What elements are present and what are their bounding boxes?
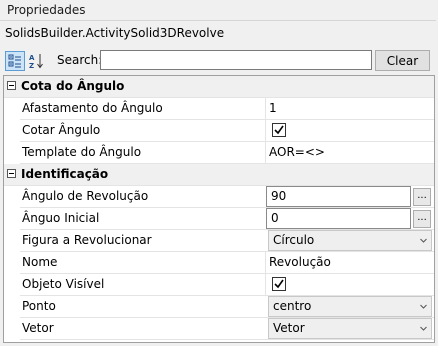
svg-text:A: A xyxy=(29,54,35,62)
property-name: Ponto xyxy=(20,296,265,317)
group-divider xyxy=(0,20,436,21)
property-row-template-do-angulo[interactable]: Template do Ângulo AOR=<> xyxy=(4,142,434,164)
property-value[interactable]: Revolução xyxy=(269,252,432,273)
property-row-vetor[interactable]: Vetor Vetor xyxy=(4,318,434,340)
property-row-angulo-de-revolucao[interactable]: Ângulo de Revolução 90 ... xyxy=(4,186,434,208)
category-identificacao[interactable]: Identificação xyxy=(4,164,434,186)
property-name: Figura a Revolucionar xyxy=(20,230,265,251)
property-row-cotar-angulo[interactable]: Cotar Ângulo xyxy=(4,120,434,142)
property-name: Template do Ângulo xyxy=(20,142,265,163)
selected-object-name: SolidsBuilder.ActivitySolid3DRevolve xyxy=(5,26,225,40)
dropdown-value: Vetor xyxy=(273,321,305,335)
checkbox[interactable] xyxy=(272,123,286,137)
category-cota-do-angulo[interactable]: Cota do Ângulo xyxy=(4,76,434,98)
property-toolbar: A Z Search: Clear xyxy=(3,49,436,73)
collapse-icon[interactable] xyxy=(7,81,16,90)
category-label: Identificação xyxy=(21,167,109,181)
svg-text:Z: Z xyxy=(29,62,34,69)
collapse-icon[interactable] xyxy=(7,169,16,178)
ellipsis-button[interactable]: ... xyxy=(413,210,431,228)
search-label: Search: xyxy=(57,53,103,67)
alphabetical-sort-icon: A Z xyxy=(29,54,43,69)
property-row-nome[interactable]: Nome Revolução xyxy=(4,252,434,274)
property-value[interactable]: 1 xyxy=(269,98,432,119)
categorized-view-button[interactable] xyxy=(5,51,25,71)
category-label: Cota do Ângulo xyxy=(21,79,125,93)
property-name: Afastamento do Ângulo xyxy=(20,98,265,119)
chevron-down-icon xyxy=(420,326,427,331)
search-input[interactable] xyxy=(100,50,372,70)
property-name: Vetor xyxy=(20,318,265,339)
checkmark-icon xyxy=(274,279,284,289)
property-name: Ângulo de Revolução xyxy=(20,186,265,207)
property-name: Ânguo Inicial xyxy=(20,208,265,229)
property-dropdown[interactable]: Círculo xyxy=(268,230,432,251)
property-dropdown[interactable]: Vetor xyxy=(268,318,432,339)
property-value-input[interactable]: 0 xyxy=(266,208,411,229)
property-name: Cotar Ângulo xyxy=(20,120,265,141)
chevron-down-icon xyxy=(420,304,427,309)
property-value-input[interactable]: 90 xyxy=(266,186,411,207)
chevron-down-icon xyxy=(420,238,427,243)
property-grid: Cota do Ângulo Afastamento do Ângulo 1 C… xyxy=(3,75,435,343)
property-row-afastamento-do-angulo[interactable]: Afastamento do Ângulo 1 xyxy=(4,98,434,120)
property-value[interactable]: AOR=<> xyxy=(269,142,432,163)
dropdown-value: centro xyxy=(273,299,312,313)
property-dropdown[interactable]: centro xyxy=(268,296,432,317)
property-row-figura-a-revolucionar[interactable]: Figura a Revolucionar Círculo xyxy=(4,230,434,252)
clear-button[interactable]: Clear xyxy=(375,50,430,71)
alphabetical-view-button[interactable]: A Z xyxy=(27,51,47,71)
dropdown-value: Círculo xyxy=(273,233,315,247)
property-name: Objeto Visível xyxy=(20,274,265,295)
categorized-icon xyxy=(8,54,21,68)
panel-title: Propriedades xyxy=(7,3,86,17)
checkbox[interactable] xyxy=(272,277,286,291)
checkmark-icon xyxy=(274,125,284,135)
property-row-ponto[interactable]: Ponto centro xyxy=(4,296,434,318)
properties-panel: Propriedades SolidsBuilder.ActivitySolid… xyxy=(0,0,438,346)
ellipsis-button[interactable]: ... xyxy=(413,188,431,206)
property-row-anguo-inicial[interactable]: Ânguo Inicial 0 ... xyxy=(4,208,434,230)
property-name: Nome xyxy=(20,252,265,273)
property-row-objeto-visivel[interactable]: Objeto Visível xyxy=(4,274,434,296)
